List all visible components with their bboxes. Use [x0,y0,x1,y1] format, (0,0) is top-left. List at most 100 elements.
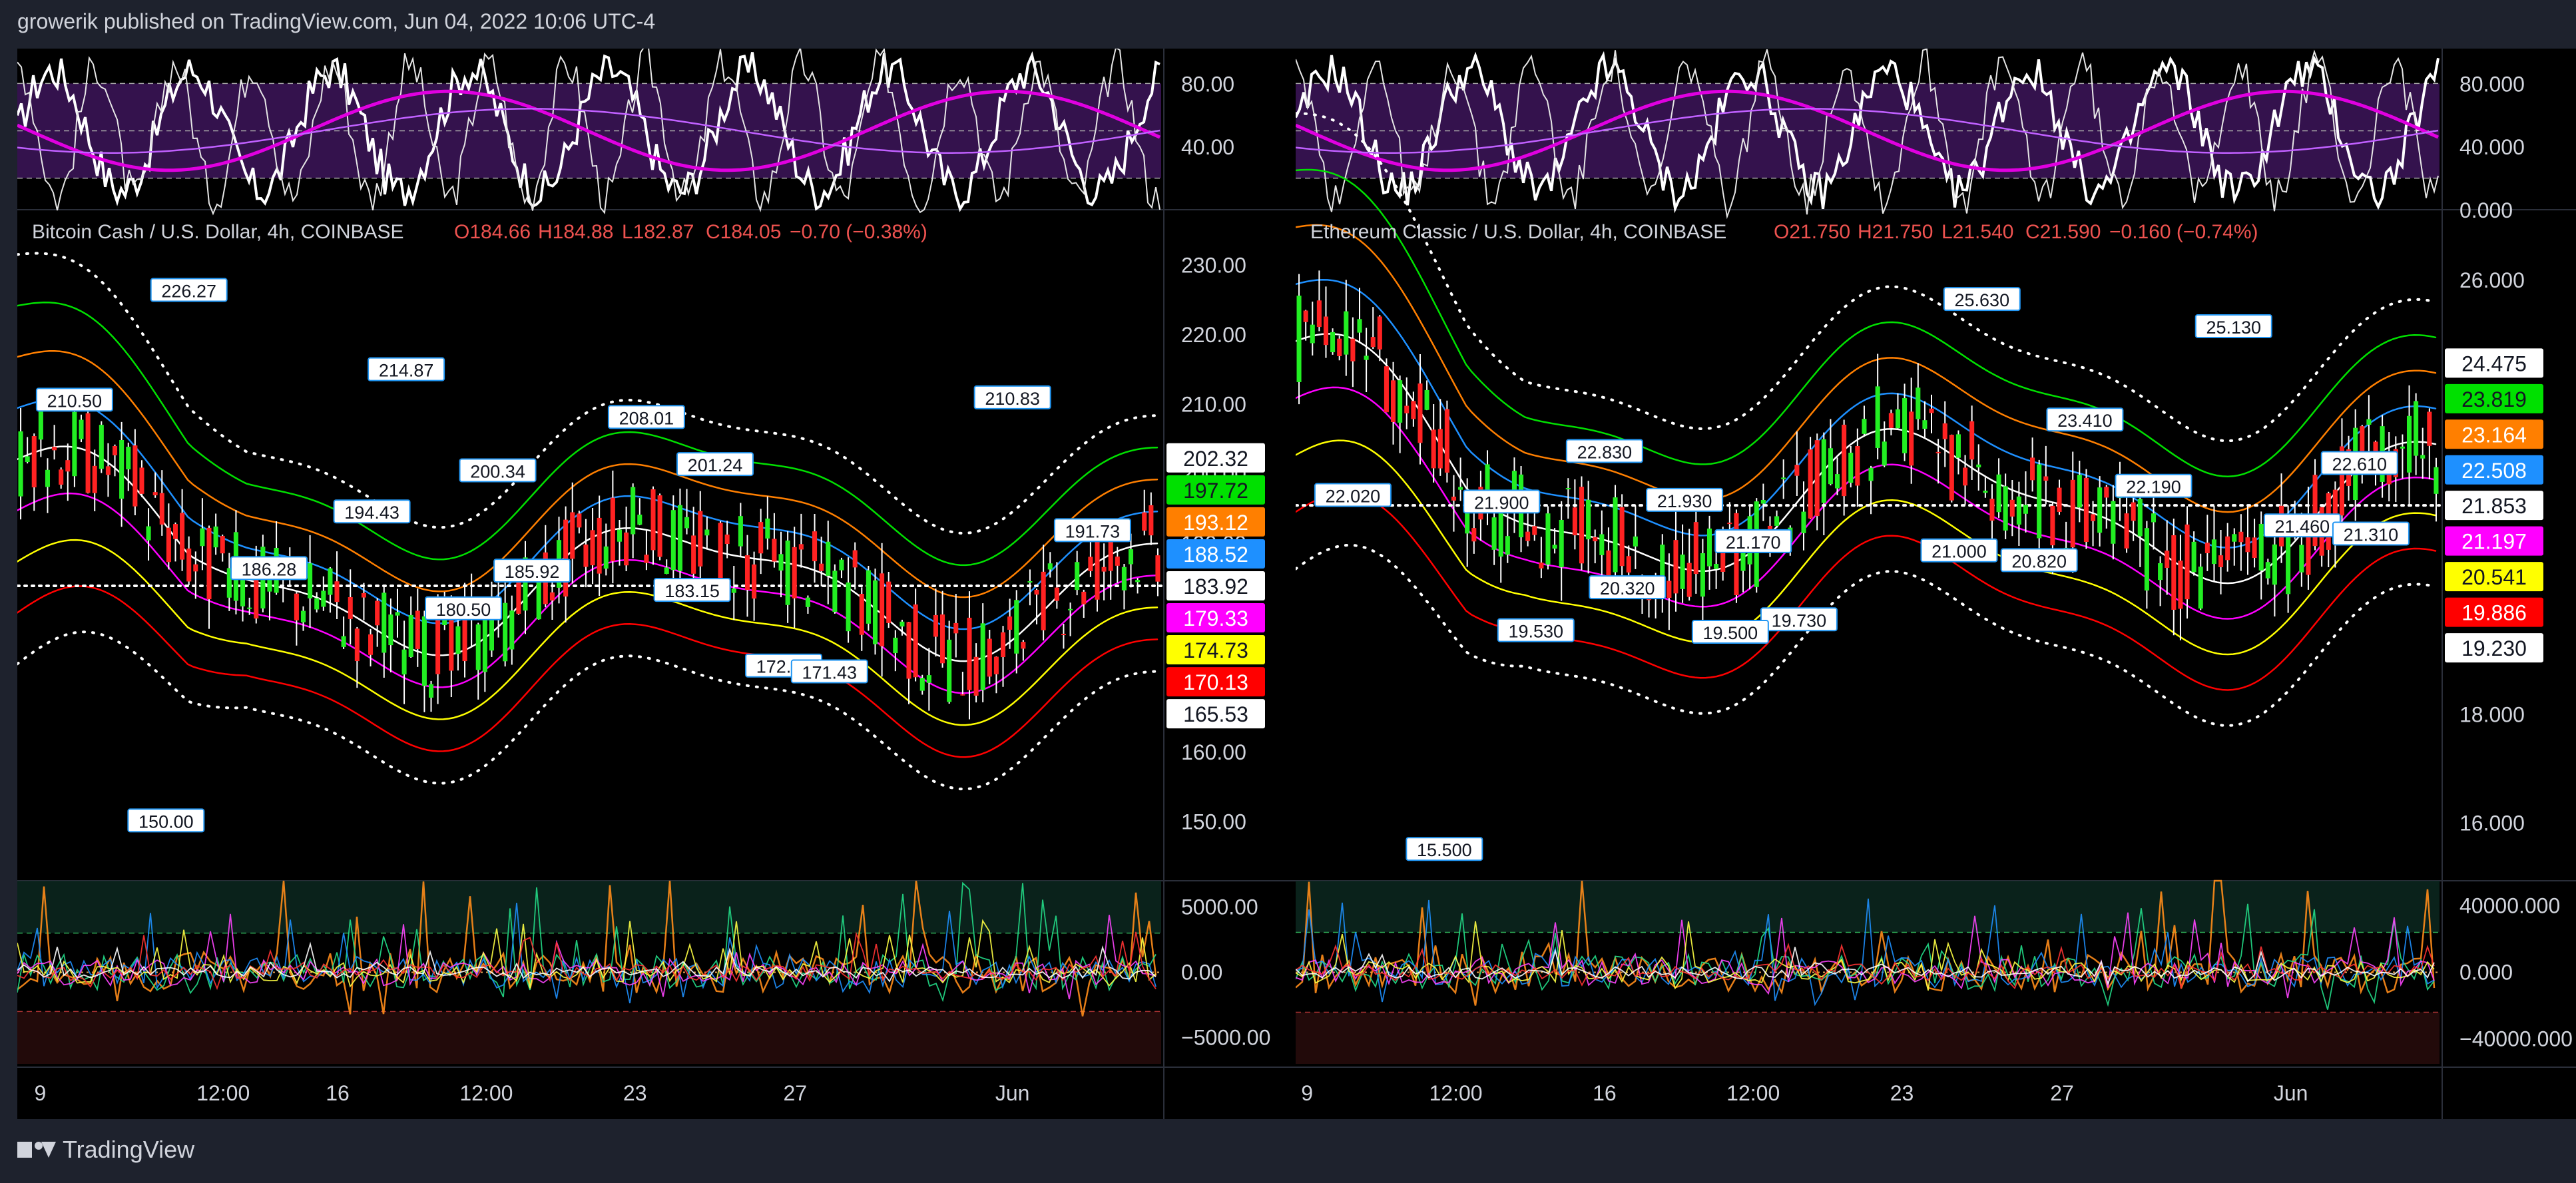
annotation-label: 19.500 [1703,623,1758,643]
ohlc-chg: −0.70 (−0.38%) [790,221,927,243]
band-value-label: 165.53 [1183,702,1248,726]
band-value-label: 179.33 [1183,606,1248,630]
candle-body [59,469,64,485]
annotation-label: 186.28 [242,559,297,579]
band-value-label: 24.475 [2461,352,2527,375]
annotation-label: 201.24 [688,455,743,475]
candle-body [2366,419,2372,425]
candle-body [1969,421,1975,460]
annotation-label: 19.530 [1508,622,1563,642]
candle-body [1902,398,1908,453]
candle-body [2023,505,2029,514]
band-value-label: 170.13 [1183,670,1248,694]
candle-body [435,614,441,674]
candle-body [1364,355,1369,360]
candle-body [590,530,595,566]
candle-body [2083,477,2089,543]
annotation-label: 22.610 [2332,454,2387,474]
ohlc-c: C184.05 [706,221,781,243]
candle-body [361,592,366,598]
candle-body [1545,513,1551,565]
candle-body [1888,413,1894,428]
annotation-label: 185.92 [505,562,560,582]
candle-body [1034,589,1039,595]
candle-body [819,563,824,571]
candle-body [1983,491,1988,493]
candle-body [354,628,360,662]
candle-body [2272,544,2277,585]
annotation-label: 208.01 [619,408,674,428]
band-value-label: 193.12 [1183,511,1248,535]
candle-body [2070,479,2075,548]
candle-body [812,531,818,562]
candle-body [684,517,690,529]
candle-body [1525,531,1531,541]
envelope-band [17,302,1159,567]
candle-body [2030,457,2035,481]
candle-body [2245,537,2250,553]
candle-body [1794,465,1800,476]
candle-body [664,567,669,575]
candle-body [1613,497,1618,573]
time-tick-label: 9 [1301,1081,1313,1105]
candle-body [1370,337,1376,348]
candle-body [1875,386,1880,448]
candle-body [2111,501,2116,544]
candle-body [1808,449,1813,519]
candle-body [2414,401,2419,456]
band-value-label: 21.853 [2461,494,2527,518]
candle-body [1828,448,1833,485]
price-tick-label: 220.00 [1181,323,1246,347]
footer-brand[interactable]: TradingView [17,1136,194,1164]
candle-body [2050,505,2055,546]
candle-body [1895,409,1901,429]
candle-body [947,639,952,702]
chart-panel-etc[interactable]: 80.000 40.000 0.000 Ethereum Classic / U.S.… [1296,49,2576,1119]
chart-svg-etc[interactable]: 80.000 40.000 0.000 Ethereum Classic / U.S.… [1296,49,2576,1119]
band-value-label: 20.541 [2461,565,2527,589]
candle-body [1706,528,1712,567]
candle-body [1586,499,1591,540]
chart-svg-bch[interactable]: 80.00 40.00 Bitcoin Cash / U.S. Dollar, 4h… [17,49,1302,1119]
annotation-label: 191.73 [1065,521,1121,541]
candle-body [72,411,77,477]
candle-body [1909,411,1914,466]
time-tick-label: 23 [1890,1081,1914,1105]
candle-body [294,593,299,620]
candle-body [1411,401,1416,419]
candle-body [933,614,938,637]
band-value-label: 202.32 [1183,447,1248,471]
candle-body [2198,567,2203,609]
candle-body [1121,567,1127,591]
candle-body [2258,523,2264,571]
price-tick-label: 230.00 [1181,254,1246,278]
candle-body [348,597,353,619]
candle-body [206,527,212,600]
candle-body [1458,487,1463,490]
candle-body [973,656,979,696]
osc-tick-label: 0.000 [2459,961,2513,985]
candle-body [475,624,481,670]
candle-body [839,559,844,571]
candle-body [1135,580,1141,583]
chart-panel-bch[interactable]: 80.00 40.00 Bitcoin Cash / U.S. Dollar, 4h… [17,49,1302,1119]
candle-body [1115,557,1120,566]
ohlc-c: C21.590 [2025,221,2101,243]
candle-body [368,634,374,655]
candle-body [1068,608,1073,610]
candle-body [45,469,51,487]
candle-body [805,597,810,607]
candle-body [1801,511,1806,533]
candle-body [1760,499,1766,504]
osc-tick-label: 40000.000 [2459,894,2560,918]
price-tick-label: 210.00 [1181,393,1246,417]
candle-body [1061,634,1067,636]
candle-body [2420,455,2426,459]
envelope-band [1296,224,2437,513]
candle-body [1357,319,1362,333]
annotation-label: 150.00 [138,812,194,831]
candle-body [1155,555,1160,582]
candle-body [1916,387,1921,419]
candle-body [1572,507,1577,536]
annotation-label: 21.170 [1726,533,1781,553]
